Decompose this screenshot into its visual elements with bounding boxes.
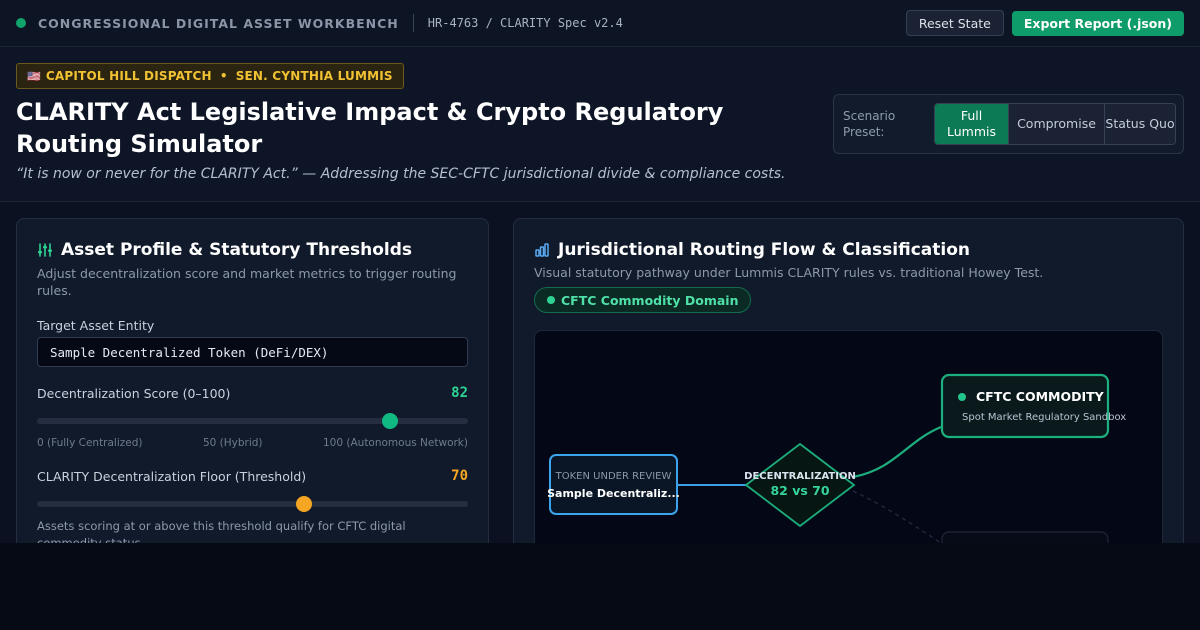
reset-state-button[interactable]: Reset State [905,10,1004,36]
decentralization-score-thumb[interactable] [382,413,399,429]
page-quote: “It is now or never for the CLARITY Act.… [16,166,786,182]
token-node[interactable] [549,454,678,515]
cftc-node-title: CFTC COMMODITY [976,389,1105,404]
asset-profile-title-row: Asset Profile & Statutory Thresholds [37,240,412,260]
routing-flow-panel: Jurisdictional Routing Flow & Classifica… [513,218,1184,543]
page-title: CLARITY Act Legislative Impact & Crypto … [16,98,724,158]
scale-max-label: 100 (Autonomous Network) [323,437,468,449]
domain-badge: CFTC Commodity Domain [534,287,752,313]
app-viewport: CONGRESSIONAL DIGITAL ASSET WORKBENCH HR… [0,0,1200,543]
scenario-preset-control: Scenario Preset: Full Lummis Compromise … [833,94,1184,154]
threshold-label: CLARITY Decentralization Floor (Threshol… [37,469,307,484]
decision-caption: DECENTRALIZATION [744,471,856,482]
cftc-status-dot-icon [958,393,966,401]
asset-profile-subtitle: Adjust decentralization score and market… [37,266,457,298]
decentralization-score-label: Decentralization Score (0–100) [37,386,231,401]
cftc-node-subtitle: Spot Market Regulatory Sandbox [962,412,1126,423]
preset-compromise-button[interactable]: Compromise [1009,104,1105,144]
scale-mid-label: 50 (Hybrid) [202,437,263,449]
decision-value: 82 vs 70 [770,483,829,498]
sliders-icon [38,243,52,257]
cftc-commodity-node[interactable] [940,373,1110,439]
dispatch-separator: • [219,69,228,83]
dispatch-person: SEN. CYNTHIA LUMMIS [235,69,393,83]
scale-min-label: 0 (Fully Centralized) [37,437,143,449]
status-dot-icon [16,18,26,28]
sec-security-node[interactable] [941,531,1109,543]
edge-decision-to-sec [852,490,942,543]
threshold-value: 70 [451,468,468,484]
domain-dot-icon [547,296,555,304]
hero-section: 🇺🇸 CAPITOL HILL DISPATCH • SEN. CYNTHIA … [0,47,1200,202]
asset-profile-title: Asset Profile & Statutory Thresholds [61,240,412,260]
preset-full-lummis-button[interactable]: Full Lummis [935,104,1009,144]
decentralization-score-value: 82 [451,385,468,401]
target-asset-label: Target Asset Entity [37,318,155,333]
bar-chart-icon [535,243,549,257]
dispatch-source: CAPITOL HILL DISPATCH [45,69,212,83]
dispatch-badge: 🇺🇸 CAPITOL HILL DISPATCH • SEN. CYNTHIA … [16,63,404,89]
routing-flow-diagram: TOKEN UNDER REVIEW Sample Decentraliz...… [547,373,1126,543]
preset-status-quo-button[interactable]: Status Quo [1105,104,1175,144]
routing-title-row: Jurisdictional Routing Flow & Classifica… [534,240,970,260]
token-node-caption: TOKEN UNDER REVIEW [555,471,672,482]
domain-badge-label: CFTC Commodity Domain [561,292,739,308]
app-title: CONGRESSIONAL DIGITAL ASSET WORKBENCH [38,15,399,31]
us-flag-icon: 🇺🇸 [27,69,41,83]
routing-title: Jurisdictional Routing Flow & Classifica… [558,240,971,260]
decentralization-score-slider[interactable] [37,413,468,429]
scenario-preset-label: Scenario Preset: [843,109,896,139]
scenario-preset-segmented: Full Lummis Compromise Status Quo [934,103,1176,145]
threshold-help-text: Assets scoring at or above this threshol… [37,519,406,543]
target-asset-input[interactable] [37,337,468,367]
export-report-button[interactable]: Export Report (.json) [1011,10,1184,36]
top-bar: CONGRESSIONAL DIGITAL ASSET WORKBENCH HR… [0,0,1200,47]
threshold-thumb[interactable] [296,496,313,512]
edge-decision-to-cftc [852,425,942,479]
routing-subtitle: Visual statutory pathway under Lummis CL… [534,265,1044,280]
routing-flow-canvas: TOKEN UNDER REVIEW Sample Decentraliz...… [534,330,1163,543]
score-scale: 0 (Fully Centralized) 50 (Hybrid) 100 (A… [37,437,468,449]
title-divider [412,14,414,32]
token-node-name: Sample Decentraliz... [547,487,680,500]
threshold-slider[interactable] [37,496,468,512]
document-id: HR-4763 / CLARITY Spec v2.4 [427,16,623,30]
asset-profile-panel: Asset Profile & Statutory Thresholds Adj… [16,218,489,543]
